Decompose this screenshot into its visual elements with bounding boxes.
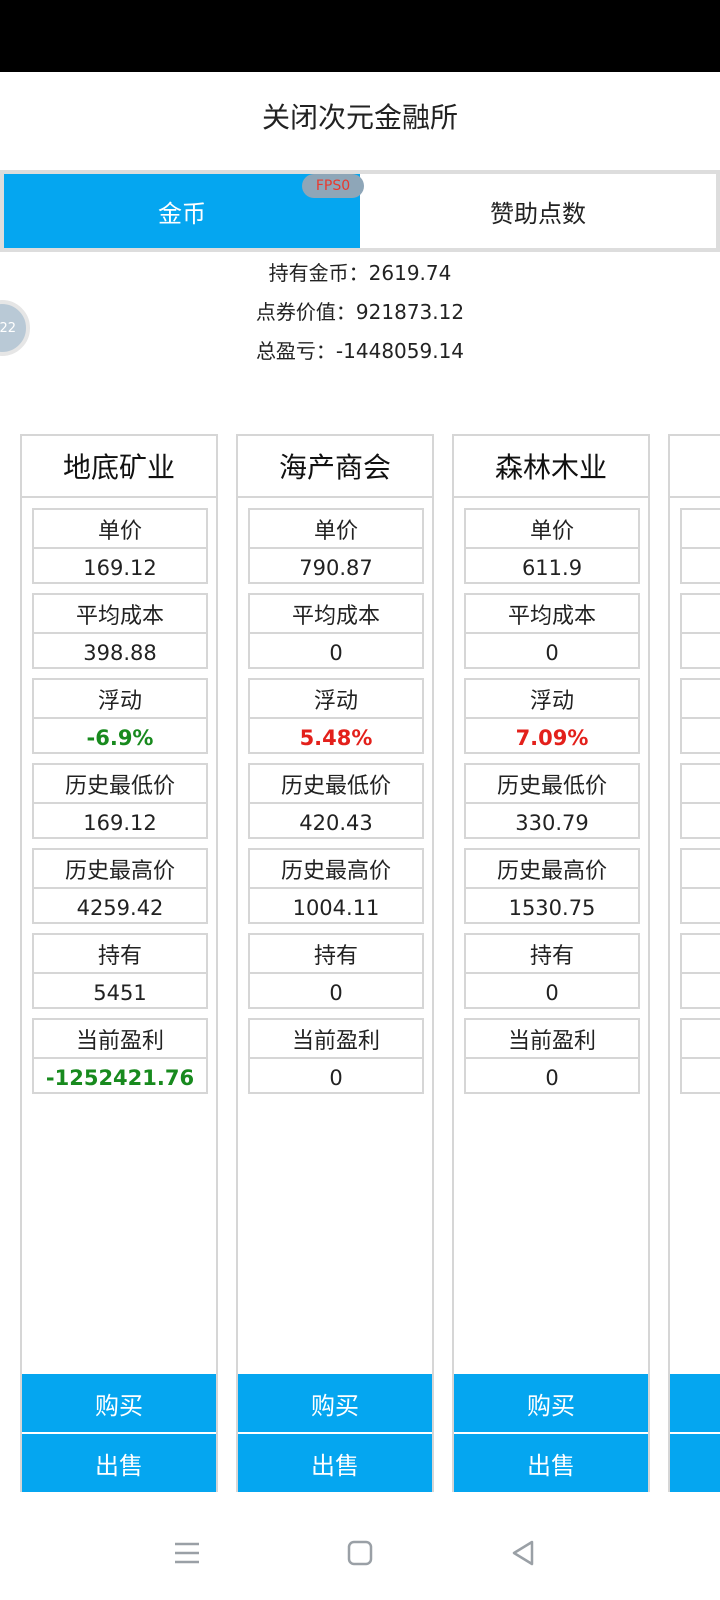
stat-value: 790.87 bbox=[299, 555, 373, 580]
stock-name: 海产商会 bbox=[238, 436, 432, 498]
stat-label: 平均成本 bbox=[34, 595, 206, 634]
stat-price: 单价 169.12 bbox=[32, 508, 208, 584]
stat-change: 浮动 5.48% bbox=[248, 678, 424, 754]
stat-label: 当前盈利 bbox=[250, 1020, 422, 1059]
tab-sponsor-points[interactable]: 赞助点数 bbox=[360, 174, 716, 248]
stat-label: 单价 bbox=[250, 510, 422, 549]
buy-button-partial[interactable] bbox=[670, 1374, 720, 1432]
status-bar bbox=[0, 0, 720, 72]
buy-button[interactable]: 购买 bbox=[238, 1374, 432, 1432]
stock-name: 地底矿业 bbox=[22, 436, 216, 498]
stat-value: 4259.42 bbox=[76, 895, 164, 920]
sell-button[interactable]: 出售 bbox=[454, 1434, 648, 1492]
stat-profit: 当前盈利 -1252421.76 bbox=[32, 1018, 208, 1094]
stat-label: 单价 bbox=[34, 510, 206, 549]
coins-held: 持有金币：2619.74 bbox=[268, 261, 452, 285]
stat-profit: 当前盈利 0 bbox=[248, 1018, 424, 1094]
stat-value: 0 bbox=[329, 980, 343, 1005]
stat-label: 历史最高价 bbox=[34, 850, 206, 889]
sell-button[interactable]: 出售 bbox=[22, 1434, 216, 1492]
home-icon[interactable] bbox=[345, 1538, 375, 1568]
stat-value: 611.9 bbox=[521, 555, 583, 580]
stock-card-clip bbox=[668, 434, 720, 1492]
stat-value: 0 bbox=[545, 980, 559, 1005]
stat-label: 历史最低价 bbox=[250, 765, 422, 804]
stat-avg-cost: 平均成本 398.88 bbox=[32, 593, 208, 669]
stat-partial bbox=[680, 1018, 720, 1094]
stat-value: 5451 bbox=[93, 980, 147, 1005]
stock-name-partial bbox=[670, 436, 720, 498]
sell-button[interactable]: 出售 bbox=[238, 1434, 432, 1492]
stock-card-mining: 地底矿业 单价 169.12 平均成本 398.88 浮动 -6.9% 历史最低… bbox=[20, 434, 218, 1492]
stat-price: 单价 790.87 bbox=[248, 508, 424, 584]
buy-button[interactable]: 购买 bbox=[22, 1374, 216, 1432]
sell-button-partial[interactable] bbox=[670, 1434, 720, 1492]
buy-button[interactable]: 购买 bbox=[454, 1374, 648, 1432]
fps-badge: FPS0 bbox=[302, 174, 364, 198]
stat-value: -6.9% bbox=[86, 725, 154, 750]
stat-change: 浮动 -6.9% bbox=[32, 678, 208, 754]
stock-name: 森林木业 bbox=[454, 436, 648, 498]
stat-avg-cost: 平均成本 0 bbox=[464, 593, 640, 669]
stat-label: 单价 bbox=[466, 510, 638, 549]
stat-hist-low: 历史最低价 330.79 bbox=[464, 763, 640, 839]
stat-holding: 持有 0 bbox=[248, 933, 424, 1009]
stat-profit: 当前盈利 0 bbox=[464, 1018, 640, 1094]
stock-card-forestry: 森林木业 单价 611.9 平均成本 0 浮动 7.09% 历史最低价 330.… bbox=[452, 434, 650, 1492]
stat-hist-low: 历史最低价 420.43 bbox=[248, 763, 424, 839]
stat-partial bbox=[680, 763, 720, 839]
stat-label: 持有 bbox=[34, 935, 206, 974]
stat-label: 浮动 bbox=[466, 680, 638, 719]
stat-label: 持有 bbox=[466, 935, 638, 974]
stat-value: 1004.11 bbox=[292, 895, 380, 920]
stat-label: 历史最高价 bbox=[250, 850, 422, 889]
back-icon[interactable] bbox=[508, 1538, 538, 1568]
stat-partial bbox=[680, 508, 720, 584]
stat-label: 当前盈利 bbox=[34, 1020, 206, 1059]
stat-value: 398.88 bbox=[83, 640, 157, 665]
voucher-value: 点券价值：921873.12 bbox=[255, 300, 465, 324]
stat-value: 420.43 bbox=[299, 810, 373, 835]
stock-card-seafood: 海产商会 单价 790.87 平均成本 0 浮动 5.48% 历史最低价 420… bbox=[236, 434, 434, 1492]
stat-value: 7.09% bbox=[515, 725, 589, 750]
stat-value: 169.12 bbox=[83, 810, 157, 835]
stat-value: 5.48% bbox=[299, 725, 373, 750]
account-summary: 持有金币：2619.74 点券价值：921873.12 总盈亏：-1448059… bbox=[0, 254, 720, 371]
stat-value: 0 bbox=[545, 640, 559, 665]
stat-label: 当前盈利 bbox=[466, 1020, 638, 1059]
stat-hist-high: 历史最高价 4259.42 bbox=[32, 848, 208, 924]
stat-partial bbox=[680, 848, 720, 924]
stat-value: 1530.75 bbox=[508, 895, 596, 920]
stat-value: 0 bbox=[329, 640, 343, 665]
stat-holding: 持有 0 bbox=[464, 933, 640, 1009]
stat-price: 单价 611.9 bbox=[464, 508, 640, 584]
menu-icon[interactable] bbox=[172, 1538, 202, 1568]
stat-label: 历史最低价 bbox=[34, 765, 206, 804]
stat-partial bbox=[680, 593, 720, 669]
stat-hist-low: 历史最低价 169.12 bbox=[32, 763, 208, 839]
stat-label: 平均成本 bbox=[250, 595, 422, 634]
stat-hist-high: 历史最高价 1004.11 bbox=[248, 848, 424, 924]
page-title[interactable]: 关闭次元金融所 bbox=[0, 96, 720, 140]
stat-value: 169.12 bbox=[83, 555, 157, 580]
stat-value: 0 bbox=[545, 1065, 559, 1090]
total-profit-loss: 总盈亏：-1448059.14 bbox=[255, 339, 465, 363]
stat-value: 330.79 bbox=[515, 810, 589, 835]
system-nav-bar bbox=[0, 1508, 720, 1600]
stat-value: 0 bbox=[329, 1065, 343, 1090]
stock-card-partial bbox=[668, 434, 720, 1492]
stat-avg-cost: 平均成本 0 bbox=[248, 593, 424, 669]
stat-holding: 持有 5451 bbox=[32, 933, 208, 1009]
stat-label: 历史最低价 bbox=[466, 765, 638, 804]
stat-label: 浮动 bbox=[250, 680, 422, 719]
stat-label: 历史最高价 bbox=[466, 850, 638, 889]
stat-value: -1252421.76 bbox=[45, 1065, 195, 1090]
stat-partial bbox=[680, 678, 720, 754]
stat-label: 平均成本 bbox=[466, 595, 638, 634]
stat-hist-high: 历史最高价 1530.75 bbox=[464, 848, 640, 924]
stat-label: 浮动 bbox=[34, 680, 206, 719]
stat-partial bbox=[680, 933, 720, 1009]
stat-change: 浮动 7.09% bbox=[464, 678, 640, 754]
stat-label: 持有 bbox=[250, 935, 422, 974]
